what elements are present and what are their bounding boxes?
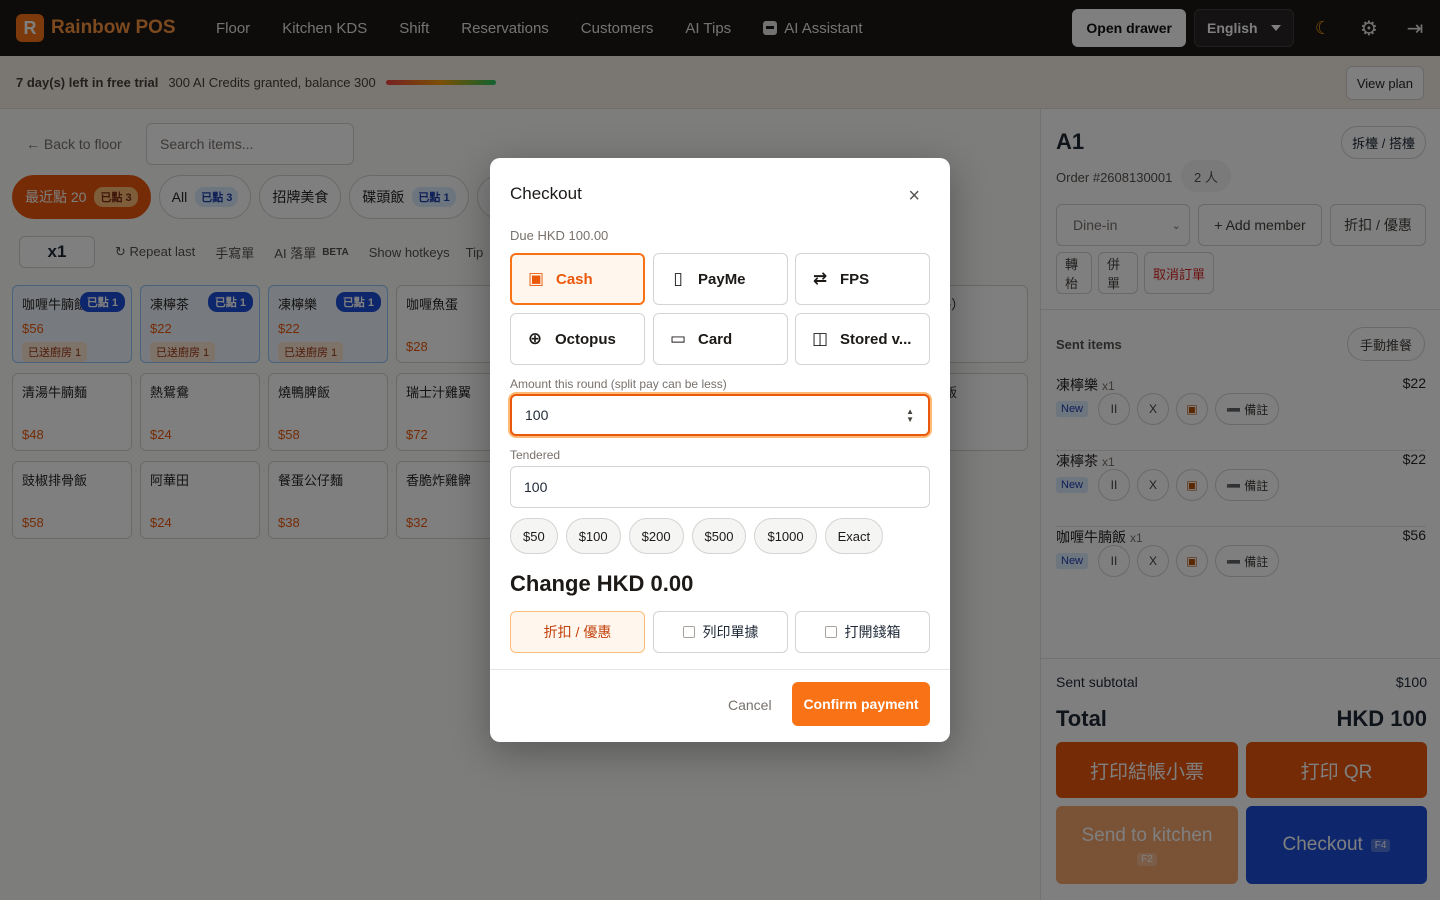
tendered-input[interactable]: 100 [510,466,930,508]
gear-icon[interactable]: ⚙ [1358,16,1380,41]
payment-method-label: Octopus [555,330,616,348]
quick-amount-exact[interactable]: Exact [824,518,884,554]
view-plan-button[interactable]: View plan [1345,66,1424,100]
payment-method-label: PayMe [698,270,746,288]
tendered-value: 100 [524,479,548,495]
cash-icon: ▣ [527,269,545,288]
payment-method-payme[interactable]: ▯ PayMe [653,253,788,305]
print-receipt-checkbox[interactable]: 列印單據 [653,611,788,653]
dialog-divider [490,669,950,670]
nav-ai-tips[interactable]: AI Tips [685,20,731,37]
dialog-title: Checkout [510,184,582,203]
robot-icon [763,21,778,35]
open-drawer-label: 打開錢箱 [844,624,901,640]
app-name: Rainbow POS [51,17,176,38]
quick-amount-500[interactable]: $500 [691,518,747,554]
nav-kitchen-kds[interactable]: Kitchen KDS [282,20,367,37]
transfer-icon: ⇄ [812,269,828,288]
payment-method-card[interactable]: ▭ Card [653,313,788,365]
rainbow-logo-icon: R [16,14,44,42]
card-icon: ▭ [669,329,687,348]
top-right-controls: Open drawer English ☾ ⚙ ⇥ [1072,0,1440,56]
payment-method-label: Card [698,330,733,348]
nav-shift[interactable]: Shift [399,20,429,37]
main-nav: Floor Kitchen KDS Shift Reservations Cus… [216,20,895,37]
open-drawer-button[interactable]: Open drawer [1072,9,1186,47]
nav-reservations[interactable]: Reservations [461,20,549,37]
logout-icon[interactable]: ⇥ [1404,16,1426,41]
print-receipt-label: 列印單據 [702,624,759,640]
tendered-label: Tendered [510,448,561,462]
trial-banner: 7 day(s) left in free trial 300 AI Credi… [0,56,1440,109]
payment-method-label: FPS [840,270,870,288]
nav-ai-assistant-label: AI Assistant [784,19,863,37]
top-navigation-bar: R Rainbow POS Floor Kitchen KDS Shift Re… [0,0,1440,56]
cancel-button[interactable]: Cancel [728,697,772,713]
checkbox-icon[interactable] [824,626,837,638]
confirm-payment-button[interactable]: Confirm payment [792,682,930,726]
wallet-icon: ◫ [811,329,829,348]
amount-due: Due HKD 100.00 [510,228,609,243]
payment-method-octopus[interactable]: ⊕ Octopus [510,313,645,365]
checkout-options: 折扣 / 優惠 列印單據 打開錢箱 [510,611,930,653]
language-value: English [1207,20,1258,36]
quick-amount-1000[interactable]: $1000 [754,518,817,554]
app-logo[interactable]: R Rainbow POS [16,14,196,42]
octopus-icon: ⊕ [527,329,543,348]
amount-round-input[interactable]: 100 ▲ ▼ [510,394,930,436]
discount-button[interactable]: 折扣 / 優惠 [510,611,645,653]
amount-round-label: Amount this round (split pay can be less… [510,377,727,391]
payment-method-cash[interactable]: ▣ Cash [510,253,645,305]
change-amount: Change HKD 0.00 [510,571,694,596]
checkbox-icon[interactable] [682,626,695,638]
nav-floor[interactable]: Floor [216,20,250,37]
close-icon[interactable]: × [908,185,920,208]
credits-progress-bar [385,79,496,85]
stepper-arrows-icon[interactable]: ▲ ▼ [906,408,914,424]
payment-method-label: Stored v... [840,330,912,348]
payment-method-fps[interactable]: ⇄ FPS [795,253,930,305]
checkout-dialog: Checkout × Due HKD 100.00 ▣ Cash ▯ PayMe… [490,158,950,742]
quick-amounts: $50 $100 $200 $500 $1000 Exact [510,518,891,554]
phone-icon: ▯ [673,269,683,288]
trial-days-left: 7 day(s) left in free trial [16,74,159,90]
quick-amount-100[interactable]: $100 [565,518,621,554]
quick-amount-50[interactable]: $50 [510,518,558,554]
language-select[interactable]: English [1194,9,1294,47]
amount-round-value: 100 [525,407,549,423]
quick-amount-200[interactable]: $200 [628,518,684,554]
payment-method-stored-value[interactable]: ◫ Stored v... [795,313,930,365]
open-drawer-checkbox[interactable]: 打開錢箱 [795,611,930,653]
chevron-down-icon [1271,25,1281,31]
moon-icon[interactable]: ☾ [1312,18,1334,39]
nav-customers[interactable]: Customers [581,20,654,37]
payment-method-label: Cash [556,270,593,288]
ai-credits-info: 300 AI Credits granted, balance 300 [168,74,376,90]
nav-ai-assistant[interactable]: AI Assistant [763,19,863,37]
